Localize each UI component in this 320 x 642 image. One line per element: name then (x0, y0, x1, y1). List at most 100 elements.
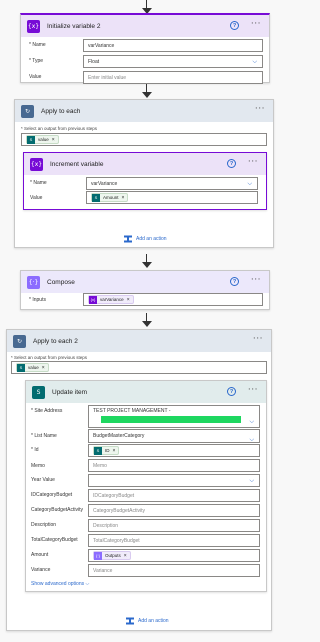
memo-label: Memo (31, 463, 45, 469)
description-field[interactable]: Description (88, 519, 260, 532)
type-value: Float (88, 58, 100, 65)
id-label: * Id (31, 447, 39, 453)
category-budget-activity-label: CategoryBudgetActivity (31, 507, 83, 513)
increment-variable-card: {x} Increment variable ? ··· * Name varV… (23, 152, 267, 210)
category-budget-activity-field[interactable]: CategoryBudgetActivity (88, 504, 260, 517)
select-output-hint: * Select an output from previous steps (21, 126, 98, 131)
chevron-down-icon: ⌵ (249, 477, 254, 484)
name-field[interactable]: varVariance (83, 39, 263, 52)
sharepoint-icon: S (32, 386, 45, 399)
sharepoint-icon: S (27, 135, 35, 144)
outputs-token[interactable]: {·} Outputs × (93, 551, 131, 560)
compose-card: {·} Compose ? ··· * Inputs {x} varVarian… (20, 270, 270, 310)
sharepoint-icon: S (17, 363, 25, 372)
help-icon[interactable]: ? (230, 21, 239, 30)
add-action-button[interactable]: Add an action (123, 235, 167, 243)
value-token[interactable]: S value × (26, 135, 59, 144)
compose-header[interactable]: {·} Compose ? ··· (21, 271, 269, 293)
value-field[interactable]: S Amount × (86, 191, 258, 204)
more-options-icon[interactable]: ··· (248, 385, 258, 395)
year-value-label: Year Value (31, 477, 55, 483)
varvariance-token[interactable]: {x} varVariance × (88, 295, 134, 304)
value-token[interactable]: S value × (16, 363, 49, 372)
connector-arrow-1 (142, 84, 152, 98)
year-value-dropdown[interactable]: ⌵ (88, 474, 260, 487)
apply-to-each-card: ↻ Apply to each ··· * Select an output f… (14, 99, 274, 248)
id-token[interactable]: S ID × (93, 446, 120, 455)
initialize-variable-header[interactable]: {x} Initialize variable 2 ? ··· (21, 15, 269, 37)
card-title: Apply to each (41, 107, 81, 115)
value-label: Value (29, 74, 42, 80)
value-field[interactable]: Enter initial value (83, 71, 263, 84)
inputs-field[interactable]: {x} varVariance × (83, 293, 263, 306)
more-options-icon[interactable]: ··· (253, 334, 263, 344)
site-address-label: * Site Address (31, 408, 63, 414)
add-action-icon (123, 235, 133, 243)
remove-token-icon[interactable]: × (127, 297, 130, 303)
chevron-down-icon: ⌵ (249, 418, 254, 425)
total-category-budget-label: TotalCategoryBudget (31, 537, 78, 543)
select-output-field[interactable]: S value × (11, 361, 267, 374)
card-title: Increment variable (50, 160, 104, 168)
type-label: * Type (29, 58, 44, 64)
total-category-budget-field[interactable]: TotalCategoryBudget (88, 534, 260, 547)
description-label: Description (31, 522, 57, 528)
chevron-down-icon: ⌵ (247, 180, 252, 187)
more-options-icon[interactable]: ··· (251, 275, 261, 285)
name-dropdown[interactable]: varVariance ⌵ (86, 177, 258, 190)
remove-token-icon[interactable]: × (42, 365, 45, 371)
compose-icon: {·} (94, 551, 102, 560)
update-item-card: S Update item ? ··· * Site Address TEST … (25, 380, 267, 592)
select-output-hint: * Select an output from previous steps (11, 355, 88, 360)
name-label: * Name (30, 180, 47, 186)
sharepoint-icon: S (94, 446, 102, 455)
amount-field[interactable]: {·} Outputs × (88, 549, 260, 562)
memo-field[interactable]: Memo (88, 459, 260, 472)
apply-to-each-header[interactable]: ↻ Apply to each ··· (15, 100, 273, 122)
more-options-icon[interactable]: ··· (251, 19, 261, 29)
increment-variable-header[interactable]: {x} Increment variable ? ··· (24, 153, 266, 175)
type-dropdown[interactable]: Float ⌵ (83, 55, 263, 68)
variable-icon: {x} (89, 295, 97, 304)
loop-icon: ↻ (13, 335, 26, 348)
select-output-field[interactable]: S value × (21, 133, 267, 146)
remove-token-icon[interactable]: × (113, 448, 116, 454)
name-label: * Name (29, 42, 46, 48)
id-category-budget-label: IDCategoryBudget (31, 492, 73, 498)
inputs-label: * Inputs (29, 297, 46, 303)
apply-to-each-2-card: ↻ Apply to each 2 ··· * Select an output… (6, 329, 272, 631)
compose-icon: {·} (27, 276, 40, 289)
apply-to-each-2-header[interactable]: ↻ Apply to each 2 ··· (7, 330, 271, 352)
variable-icon: {x} (30, 158, 43, 171)
card-title: Initialize variable 2 (47, 22, 101, 30)
remove-token-icon[interactable]: × (124, 553, 127, 559)
add-action-icon (125, 617, 135, 625)
more-options-icon[interactable]: ··· (255, 104, 265, 114)
card-title: Apply to each 2 (33, 337, 78, 345)
add-action-button[interactable]: Add an action (125, 617, 169, 625)
more-options-icon[interactable]: ··· (248, 157, 258, 167)
id-category-budget-field[interactable]: IDCategoryBudget (88, 489, 260, 502)
site-address-redaction (101, 416, 241, 423)
site-address-value: TEST PROJECT MANAGEMENT - (93, 408, 171, 414)
chevron-down-icon: ⌵ (252, 58, 257, 65)
show-advanced-options-link[interactable]: Show advanced options ⌵ (31, 581, 89, 587)
list-name-dropdown[interactable]: BudgetMasterCategory ⌵ (88, 429, 260, 443)
variance-label: Variance (31, 567, 51, 573)
remove-token-icon[interactable]: × (52, 137, 55, 143)
sharepoint-icon: S (92, 193, 100, 202)
help-icon[interactable]: ? (227, 387, 236, 396)
initialize-variable-card: {x} Initialize variable 2 ? ··· * Name v… (20, 13, 270, 84)
update-item-header[interactable]: S Update item ? ··· (26, 381, 266, 403)
amount-token[interactable]: S Amount × (91, 193, 129, 202)
variance-field[interactable]: Variance (88, 564, 260, 577)
remove-token-icon[interactable]: × (122, 195, 125, 201)
loop-icon: ↻ (21, 105, 34, 118)
variable-icon: {x} (27, 20, 40, 33)
chevron-down-icon: ⌵ (85, 581, 90, 587)
connector-arrow-top (142, 0, 152, 14)
chevron-down-icon: ⌵ (249, 436, 254, 443)
id-field[interactable]: S ID × (88, 444, 260, 457)
help-icon[interactable]: ? (227, 159, 236, 168)
help-icon[interactable]: ? (230, 277, 239, 286)
